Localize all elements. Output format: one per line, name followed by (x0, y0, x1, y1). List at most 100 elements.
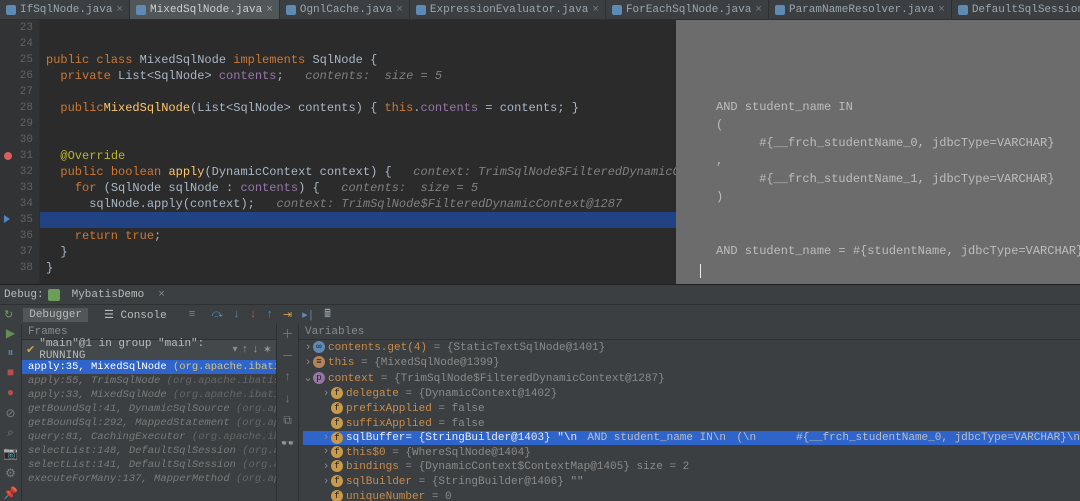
breakpoint-icon[interactable] (4, 152, 12, 160)
console-icon: ☰ (104, 310, 120, 322)
close-icon[interactable]: × (116, 4, 123, 16)
down-icon[interactable]: ↓ (281, 392, 295, 406)
variable-row[interactable]: ›fdelegate = {DynamicContext@1402} (303, 386, 1080, 401)
close-icon[interactable]: × (592, 4, 599, 16)
frame-row[interactable]: query:81, CachingExecutor (org.apache.ib… (22, 430, 276, 444)
console-tab[interactable]: ☰ Console (98, 307, 173, 323)
param-icon: p (313, 372, 325, 384)
run-to-cursor-icon[interactable]: ▸| (302, 308, 314, 322)
variables-header: Variables (299, 324, 1080, 340)
sql-line: ( (716, 118, 723, 132)
variables-tree[interactable]: ›∞contents.get(4) = {StaticTextSqlNode@1… (299, 340, 1080, 501)
pause-icon[interactable]: ⏸ (4, 346, 18, 360)
frame-row[interactable]: selectList:148, DefaultSqlSession (org.a… (22, 444, 276, 458)
java-file-icon (286, 5, 296, 15)
editor-tab[interactable]: OgnlCache.java× (280, 0, 410, 19)
java-file-icon (6, 5, 16, 15)
close-icon[interactable]: × (938, 4, 945, 16)
resume-icon[interactable]: ▶ (4, 326, 18, 340)
editor-tab[interactable]: ForEachSqlNode.java× (606, 0, 769, 19)
up-icon[interactable]: ↑ (281, 370, 295, 384)
variable-row[interactable]: ›fthis$0 = {WhereSqlNode@1404} (303, 445, 1080, 460)
sql-line: AND student_name IN (716, 100, 853, 114)
java-file-icon (136, 5, 146, 15)
frame-row[interactable]: apply:35, MixedSqlNode (org.apache.ibati… (22, 360, 276, 374)
frame-row[interactable]: apply:55, TrimSqlNode (org.apache.ibatis… (22, 374, 276, 388)
field-icon: f (331, 475, 343, 487)
copy-icon[interactable]: ⧉ (281, 414, 295, 428)
run-config-name[interactable]: MybatisDemo (64, 287, 153, 303)
editor-tab[interactable]: IfSqlNode.java× (0, 0, 130, 19)
gutter[interactable]: 23 24 25 26 27 28 29 30 31 32 33 34 35 3… (0, 20, 40, 284)
prev-frame-icon[interactable]: ↑ (242, 344, 249, 356)
frames-pane: Frames ✔ "main"@1 in group "main": RUNNI… (22, 324, 277, 501)
camera-icon[interactable]: 📷 (4, 446, 18, 460)
stop-icon[interactable]: ■ (4, 366, 18, 380)
show-watches-icon[interactable]: 👓 (281, 436, 295, 450)
dump-icon[interactable]: ⌕ (4, 426, 18, 440)
java-file-icon (775, 5, 785, 15)
chevron-down-icon[interactable]: ▾ (233, 344, 238, 356)
view-breakpoints-icon[interactable]: ● (4, 386, 18, 400)
drop-frame-icon[interactable]: ⇥ (283, 308, 292, 322)
settings-icon[interactable]: ⚙ (4, 466, 18, 480)
variable-row[interactable]: funiqueNumber = 0 (303, 489, 1080, 501)
editor-tab[interactable]: DefaultSqlSession.java× (952, 0, 1080, 19)
sql-preview-panel[interactable]: AND student_name IN ( #{__frch_studentNa… (676, 20, 1080, 284)
variable-row[interactable]: fsuffixApplied = false (303, 416, 1080, 431)
java-file-icon (612, 5, 622, 15)
sql-line: #{__frch_studentName_0, jdbcType=VARCHAR… (716, 136, 1054, 150)
field-icon: f (331, 446, 343, 458)
frames-list[interactable]: apply:35, MixedSqlNode (org.apache.ibati… (22, 360, 276, 501)
editor-tabbar: IfSqlNode.java× MixedSqlNode.java× OgnlC… (0, 0, 1080, 20)
frame-row[interactable]: executeForMany:137, MapperMethod (org.ap… (22, 472, 276, 486)
variable-row[interactable]: ›fsqlBuilder = {StringBuilder@1406} "" (303, 474, 1080, 489)
thread-selector[interactable]: ✔ "main"@1 in group "main": RUNNING ▾ ↑ … (22, 340, 276, 360)
bug-icon (48, 289, 60, 301)
debug-toolwindow-header: Debug: MybatisDemo × (0, 284, 1080, 304)
threads-icon[interactable]: ≡ (183, 308, 202, 322)
object-icon: ≡ (313, 356, 325, 368)
text-caret (700, 264, 701, 278)
variable-row[interactable]: ›∞contents.get(4) = {StaticTextSqlNode@1… (303, 340, 1080, 355)
remove-watch-icon[interactable]: － (281, 348, 295, 362)
debugger-tab[interactable]: Debugger (23, 308, 88, 322)
add-watch-icon[interactable]: ＋ (281, 326, 295, 340)
sql-line: #{__frch_studentName_1, jdbcType=VARCHAR… (716, 172, 1054, 186)
frame-row[interactable]: selectList:141, DefaultSqlSession (org.a… (22, 458, 276, 472)
variable-row[interactable]: ›f sqlBuffer = {StringBuilder@1403} "\n … (303, 431, 1080, 445)
sql-line: , (716, 154, 723, 168)
close-icon[interactable]: × (755, 4, 762, 16)
field-icon: f (331, 490, 343, 501)
pin-icon[interactable]: 📌 (4, 486, 18, 500)
code-area[interactable]: public class MixedSqlNode implements Sql… (40, 20, 676, 284)
sql-line: AND student_name = #{studentName, jdbcTy… (716, 244, 1080, 258)
close-icon[interactable]: × (396, 4, 403, 16)
watch-icon: ∞ (313, 341, 325, 353)
variable-row[interactable]: ⌄pcontext = {TrimSqlNode$FilteredDynamic… (303, 370, 1080, 386)
close-icon[interactable]: × (158, 289, 165, 301)
filter-icon[interactable]: ✶ (263, 343, 272, 357)
step-out-icon[interactable]: ↑ (266, 309, 273, 321)
editor-tab[interactable]: ParamNameResolver.java× (769, 0, 952, 19)
rerun-icon[interactable]: ↻ (4, 308, 13, 322)
variables-action-rail: ＋ － ↑ ↓ ⧉ 👓 (277, 324, 299, 501)
close-icon[interactable]: × (266, 4, 273, 16)
debug-action-rail: ▶ ⏸ ■ ● ⊘ ⌕ 📷 ⚙ 📌 (0, 324, 22, 501)
evaluate-icon[interactable]: 🖩 (324, 305, 331, 324)
step-over-icon[interactable]: ⤼ (211, 309, 223, 321)
variable-row[interactable]: ›≡this = {MixedSqlNode@1399} (303, 355, 1080, 370)
editor-tab[interactable]: ExpressionEvaluator.java× (410, 0, 606, 19)
check-icon: ✔ (26, 343, 35, 357)
force-step-into-icon[interactable]: ↓ (250, 309, 257, 321)
step-into-icon[interactable]: ↓ (233, 309, 240, 321)
frame-row[interactable]: getBoundSql:41, DynamicSqlSource (org.ap… (22, 402, 276, 416)
mute-breakpoints-icon[interactable]: ⊘ (4, 406, 18, 420)
variable-row[interactable]: fprefixApplied = false (303, 401, 1080, 416)
variable-row[interactable]: ›fbindings = {DynamicContext$ContextMap@… (303, 459, 1080, 474)
frame-row[interactable]: apply:33, MixedSqlNode (org.apache.ibati… (22, 388, 276, 402)
frame-row[interactable]: getBoundSql:292, MappedStatement (org.ap… (22, 416, 276, 430)
next-frame-icon[interactable]: ↓ (252, 344, 259, 356)
field-icon: f (331, 417, 343, 429)
editor-tab[interactable]: MixedSqlNode.java× (130, 0, 280, 19)
